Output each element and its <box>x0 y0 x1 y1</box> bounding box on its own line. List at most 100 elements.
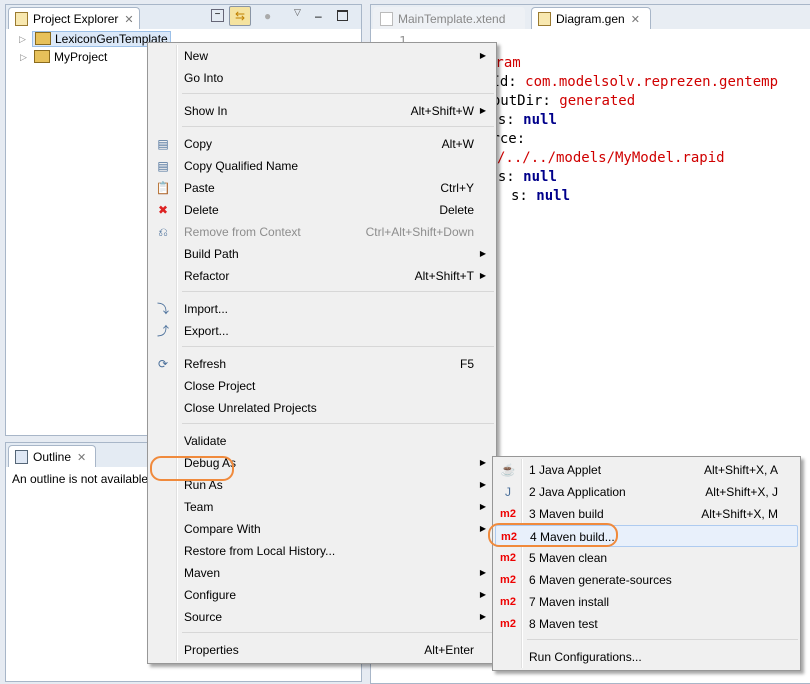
menu-item-label: Configure <box>184 588 237 602</box>
menu-item-7-maven-install[interactable]: m2 7 Maven install <box>495 591 798 613</box>
menu-item-shortcut: Alt+Shift+T <box>414 269 474 283</box>
menu-item-3-maven-build[interactable]: m2 3 Maven build Alt+Shift+X, M <box>495 503 798 525</box>
menu-item-remove-from-context[interactable]: ⎌ Remove from Context Ctrl+Alt+Shift+Down <box>150 221 494 243</box>
menu-item-5-maven-clean[interactable]: m2 5 Maven clean <box>495 547 798 569</box>
maven-build-highlight-ring <box>488 523 618 547</box>
menu-item-8-maven-test[interactable]: m2 8 Maven test <box>495 613 798 635</box>
tab-label: Diagram.gen <box>556 12 625 26</box>
view-menu-icon[interactable]: ▽ <box>294 7 301 18</box>
menu-item-refactor[interactable]: Refactor Alt+Shift+T ▶ <box>150 265 494 287</box>
menu-item-label: Copy Qualified Name <box>184 159 299 173</box>
minimize-icon[interactable]: – <box>315 9 322 23</box>
project-icon <box>34 50 50 63</box>
filter-icon[interactable]: ● <box>264 9 271 23</box>
menu-item-label: Delete <box>184 203 219 217</box>
submenu-arrow-icon: ▶ <box>479 271 486 280</box>
menu-item-delete[interactable]: ✖ Delete Delete <box>150 199 494 221</box>
menu-item-shortcut: Alt+Shift+X, M <box>701 507 778 521</box>
project-explorer-tabbar: Project Explorer ✕ − ⇆ ● ▽ – <box>6 5 361 29</box>
menu-item-show-in[interactable]: Show In Alt+Shift+W ▶ <box>150 100 494 122</box>
java-application-icon: J <box>505 485 511 499</box>
menu-item-6-maven-generate-sources[interactable]: m2 6 Maven generate-sources <box>495 569 798 591</box>
menu-item-1-java-applet[interactable]: ☕ 1 Java Applet Alt+Shift+X, A <box>495 459 798 481</box>
tab-maintemplate-xtend[interactable]: MainTemplate.xtend <box>373 7 525 29</box>
menu-item-label: Build Path <box>184 247 239 261</box>
run-as-submenu: ☕ 1 Java Applet Alt+Shift+X, A J 2 Java Appl… <box>492 456 801 671</box>
delete-icon: ✖ <box>157 203 169 217</box>
menu-item-export[interactable]: ⤴ Export... <box>150 320 494 342</box>
menu-separator <box>182 423 494 427</box>
menu-item-label: Close Project <box>184 379 256 393</box>
menu-item-refresh[interactable]: ⟳ Refresh F5 <box>150 353 494 375</box>
context-menu: New ▶ Go Into Show In Alt+Shift+W ▶ ▤ Copy Alt+W… <box>147 42 497 664</box>
menu-item-shortcut: Alt+Shift+W <box>410 104 474 118</box>
menu-item-restore-from-local-history[interactable]: Restore from Local History... <box>150 540 494 562</box>
collapse-all-icon[interactable]: − <box>211 9 224 22</box>
code-token: generated <box>559 93 636 109</box>
tree-item-myproject[interactable]: ▷ MyProject <box>20 50 108 64</box>
menu-item-compare-with[interactable]: Compare With ▶ <box>150 518 494 540</box>
menu-item-label: Show In <box>184 104 228 118</box>
submenu-arrow-icon: ▶ <box>479 458 486 467</box>
menu-item-source[interactable]: Source ▶ <box>150 606 494 628</box>
import-icon: ⤵ <box>156 302 169 316</box>
menu-separator <box>182 291 494 295</box>
menu-item-close-unrelated-projects[interactable]: Close Unrelated Projects <box>150 397 494 419</box>
menu-item-label: 3 Maven build <box>529 507 604 521</box>
tab-project-explorer[interactable]: Project Explorer ✕ <box>8 7 140 29</box>
code-token: s: <box>511 188 537 204</box>
code-line: /../../models/MyModel.rapid <box>497 149 725 168</box>
menu-separator <box>182 93 494 97</box>
run-as-highlight-ring <box>150 456 234 481</box>
tab-label: Outline <box>33 450 72 464</box>
tab-outline[interactable]: Outline ✕ <box>8 445 96 467</box>
menu-item-copy-qualified-name[interactable]: ▤ Copy Qualified Name <box>150 155 494 177</box>
close-icon[interactable]: ✕ <box>631 14 640 26</box>
menu-item-shortcut: Alt+Enter <box>424 643 474 657</box>
submenu-arrow-icon: ▶ <box>479 502 486 511</box>
menu-item-label: 1 Java Applet <box>529 463 602 477</box>
gen-file-icon <box>538 12 551 26</box>
editor-tabbar: MainTemplate.xtend Diagram.gen ✕ <box>371 5 810 29</box>
menu-item-close-project[interactable]: Close Project <box>150 375 494 397</box>
copy-icon: ▤ <box>157 137 169 151</box>
close-icon[interactable]: ✕ <box>124 14 133 26</box>
submenu-arrow-icon: ▶ <box>479 612 486 621</box>
menu-item-run-configurations[interactable]: Run Configurations... <box>495 646 798 668</box>
java-applet-icon: ☕ <box>500 463 516 477</box>
menu-item-shortcut: Delete <box>439 203 474 217</box>
menu-item-paste[interactable]: 📋 Paste Ctrl+Y <box>150 177 494 199</box>
outline-message: An outline is not available. <box>12 472 152 486</box>
maximize-icon[interactable] <box>337 10 348 21</box>
menu-item-label: Import... <box>184 302 229 316</box>
paste-icon: 📋 <box>155 181 171 195</box>
menu-item-properties[interactable]: Properties Alt+Enter <box>150 639 494 661</box>
menu-item-label: Refresh <box>184 357 227 371</box>
menu-item-team[interactable]: Team ▶ <box>150 496 494 518</box>
menu-item-label: 2 Java Application <box>529 485 626 499</box>
menu-item-maven[interactable]: Maven ▶ <box>150 562 494 584</box>
menu-item-validate[interactable]: Validate <box>150 430 494 452</box>
close-icon[interactable]: ✕ <box>77 452 86 464</box>
menu-item-copy[interactable]: ▤ Copy Alt+W <box>150 133 494 155</box>
tree-item-label: MyProject <box>54 50 108 64</box>
menu-item-import[interactable]: ⤵ Import... <box>150 298 494 320</box>
link-with-editor-icon[interactable]: ⇆ <box>229 6 251 26</box>
menu-item-new[interactable]: New ▶ <box>150 45 494 67</box>
expand-icon[interactable]: ▷ <box>20 52 27 63</box>
menu-item-label: 8 Maven test <box>529 617 598 631</box>
menu-item-build-path[interactable]: Build Path ▶ <box>150 243 494 265</box>
maven-m2-icon: m2 <box>500 552 516 564</box>
menu-item-label: New <box>184 49 209 63</box>
tab-diagram-gen[interactable]: Diagram.gen ✕ <box>531 7 651 29</box>
submenu-arrow-icon: ▶ <box>479 51 486 60</box>
menu-item-label: Run Configurations... <box>529 650 642 664</box>
menu-item-configure[interactable]: Configure ▶ <box>150 584 494 606</box>
expand-icon[interactable]: ▷ <box>19 34 26 45</box>
menu-item-label: Team <box>184 500 214 514</box>
submenu-arrow-icon: ▶ <box>479 106 486 115</box>
menu-item-go-into[interactable]: Go Into <box>150 67 494 89</box>
menu-item-label: Restore from Local History... <box>184 544 336 558</box>
menu-item-label: Close Unrelated Projects <box>184 401 317 415</box>
menu-item-2-java-application[interactable]: J 2 Java Application Alt+Shift+X, J <box>495 481 798 503</box>
